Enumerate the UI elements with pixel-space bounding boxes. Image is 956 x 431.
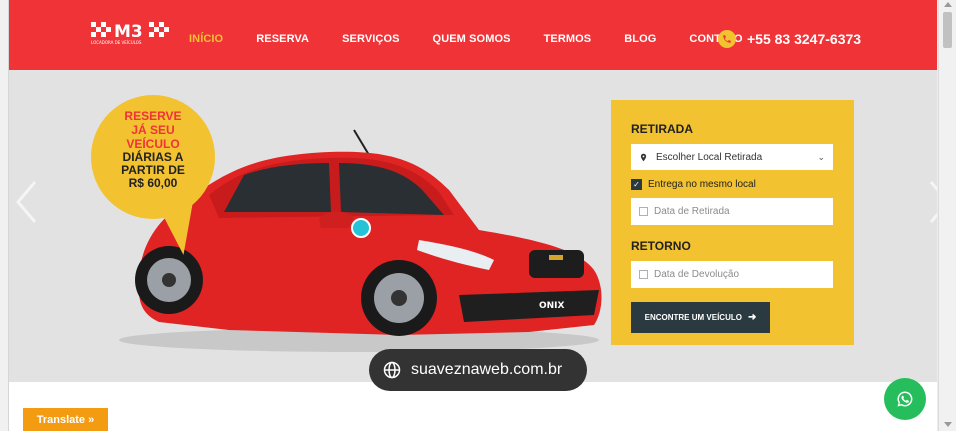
arrow-right-icon: ➜ [747, 312, 757, 323]
location-pin-icon [640, 153, 647, 161]
promo-bubble: RESERVE JÁ SEU VEÍCULO DIÁRIAS A PARTIR … [91, 95, 215, 219]
bubble-line-3: VEÍCULO [126, 137, 180, 151]
header-phone[interactable]: +55 83 3247-6373 [718, 30, 861, 48]
chevron-down-icon: ⌄ [817, 152, 825, 162]
bubble-line-2: JÁ SEU [131, 123, 175, 137]
bubble-line-1: RESERVE [124, 109, 182, 123]
watermark-text: suaveznaweb.com.br [411, 361, 563, 378]
page-scrollbar[interactable] [938, 0, 956, 431]
bubble-line-6: R$ 60,00 [128, 176, 178, 190]
nav-servicos[interactable]: SERVIÇOS [342, 33, 399, 45]
scroll-thumb[interactable] [943, 12, 952, 48]
phone-number[interactable]: +55 83 3247-6373 [747, 31, 861, 47]
globe-icon [383, 361, 401, 379]
main-nav: INÍCIO RESERVA SERVIÇOS QUEM SOMOS TERMO… [189, 33, 776, 45]
pickup-heading: RETIRADA [631, 122, 693, 136]
logo-tagline: LOCADORA DE VEÍCULOS [91, 40, 142, 45]
return-date-placeholder: Data de Devolução [654, 269, 740, 280]
whatsapp-icon [897, 391, 913, 407]
cursor-dot [351, 218, 371, 238]
nav-quem-somos[interactable]: QUEM SOMOS [433, 33, 511, 45]
return-date-input[interactable]: Data de Devolução [631, 261, 833, 288]
calendar-icon [639, 270, 648, 279]
find-vehicle-label: ENCONTRE UM VEÍCULO [644, 313, 742, 322]
scroll-down-icon[interactable] [944, 422, 952, 427]
return-heading: RETORNO [631, 239, 691, 253]
pickup-date-input[interactable]: Data de Retirada [631, 198, 833, 225]
scroll-up-icon[interactable] [944, 2, 952, 7]
reservation-form: RETIRADA Escolher Local Retirada ⌄ ✓ Ent… [611, 100, 854, 345]
nav-inicio[interactable]: INÍCIO [189, 33, 223, 45]
logo-text: M3 [114, 22, 143, 42]
phone-icon [718, 30, 736, 48]
watermark-badge: suaveznaweb.com.br [369, 349, 587, 391]
calendar-icon [639, 207, 648, 216]
find-vehicle-button[interactable]: ENCONTRE UM VEÍCULO ➜ [631, 302, 770, 333]
same-location-checkbox[interactable]: ✓ [631, 179, 642, 190]
window-left-border [0, 0, 9, 431]
nav-reserva[interactable]: RESERVA [256, 33, 309, 45]
hero-slider: ONIX RESERVE JÁ SEU VEÍCULO DIÁRIAS A PA… [9, 70, 937, 382]
translate-button[interactable]: Translate » [23, 408, 108, 431]
nav-termos[interactable]: TERMOS [544, 33, 592, 45]
slider-prev-arrow-icon[interactable] [15, 180, 39, 229]
slider-next-arrow-icon[interactable] [927, 180, 937, 229]
site-header: M3 LOCADORA DE VEÍCULOS INÍCIO RESERVA S… [9, 0, 937, 70]
pickup-date-placeholder: Data de Retirada [654, 206, 730, 217]
nav-blog[interactable]: BLOG [624, 33, 656, 45]
same-location-row[interactable]: ✓ Entrega no mesmo local [631, 179, 834, 190]
pickup-location-select[interactable]: Escolher Local Retirada ⌄ [631, 144, 833, 170]
pickup-location-value: Escolher Local Retirada [656, 151, 763, 163]
same-location-label: Entrega no mesmo local [648, 179, 756, 190]
site-logo[interactable]: M3 LOCADORA DE VEÍCULOS [91, 20, 171, 46]
car-badge: ONIX [539, 301, 565, 311]
whatsapp-button[interactable] [884, 378, 926, 420]
